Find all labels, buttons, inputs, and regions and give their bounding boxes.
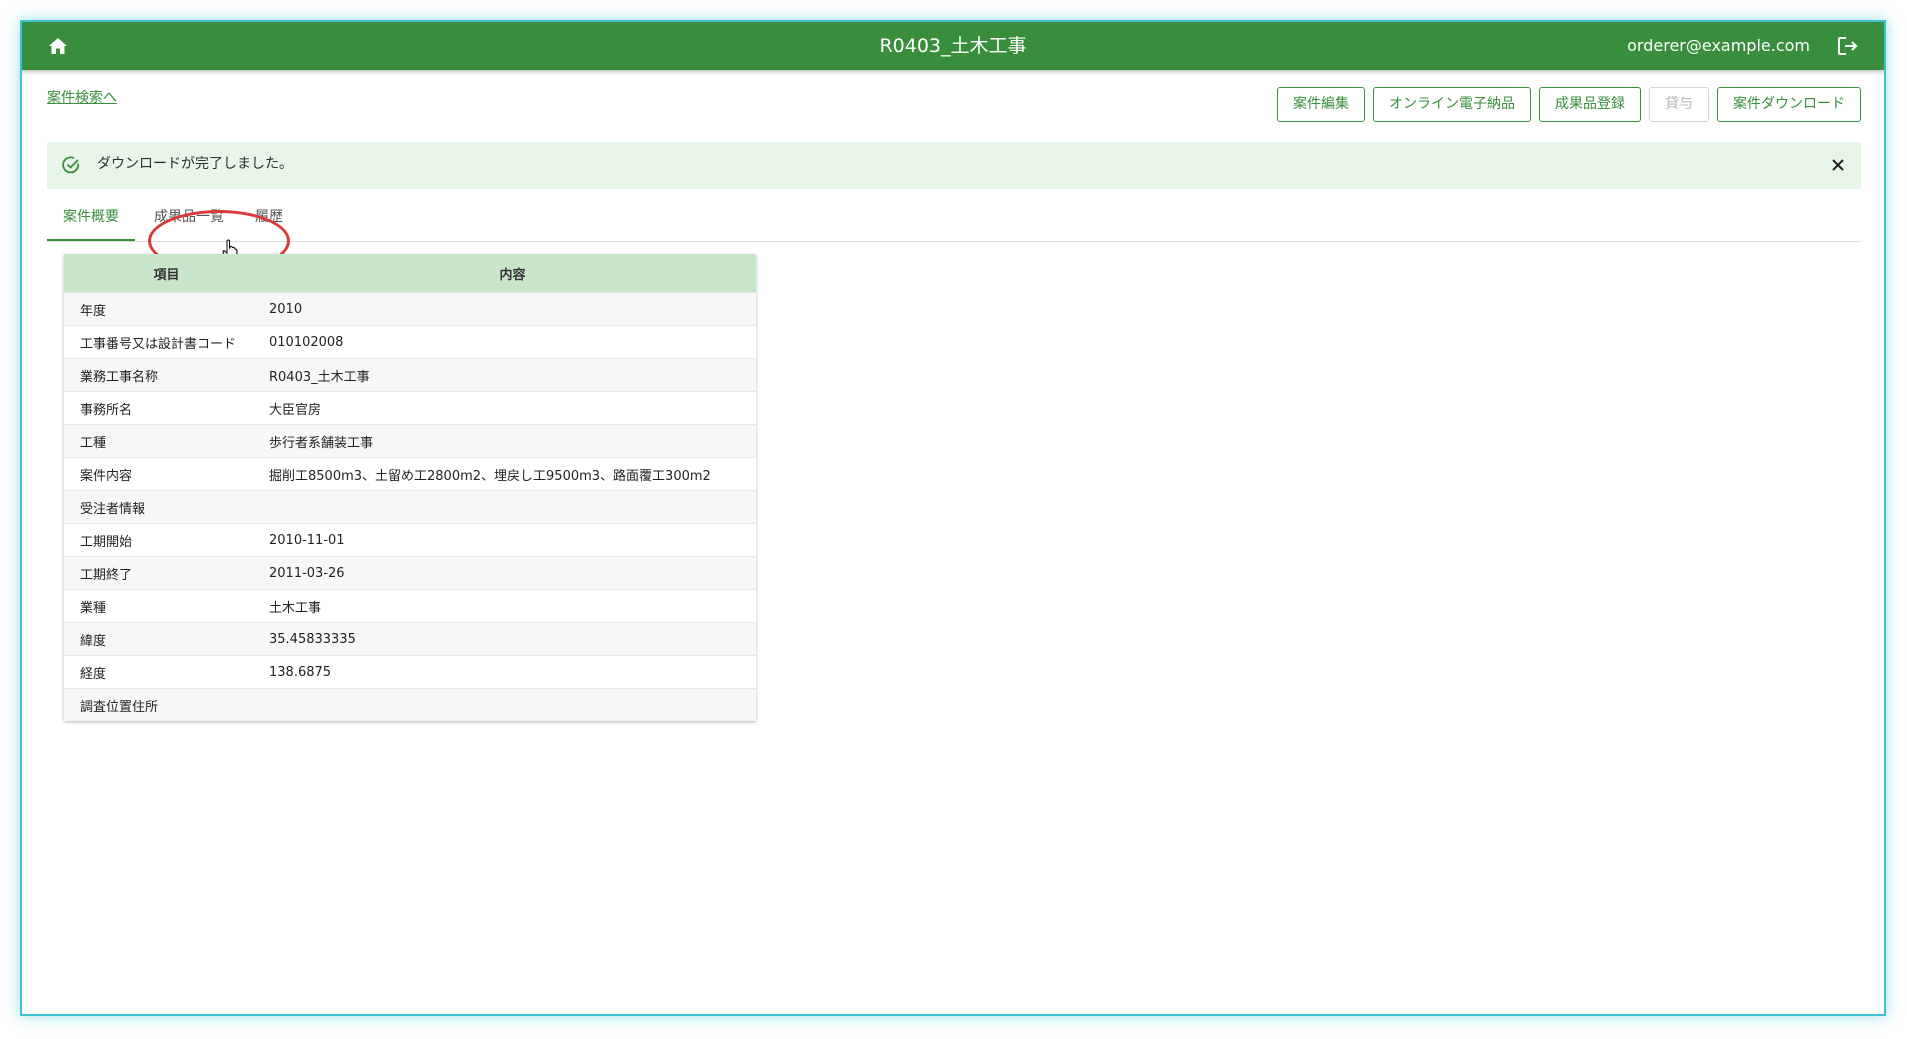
row-value bbox=[269, 490, 756, 524]
tab-deliverables[interactable]: 成果品一覧 bbox=[143, 197, 235, 241]
tab-bar: 案件概要 成果品一覧 履歴 bbox=[47, 197, 1861, 242]
row-label: 工種 bbox=[64, 424, 269, 458]
row-label: 緯度 bbox=[64, 622, 269, 656]
back-to-search-link[interactable]: 案件検索へ bbox=[47, 87, 117, 107]
row-value: 138.6875 bbox=[269, 655, 756, 689]
home-button[interactable] bbox=[42, 30, 74, 62]
table-row: 工種 歩行者系舗装工事 bbox=[64, 424, 756, 458]
edit-project-button[interactable]: 案件編集 bbox=[1277, 87, 1365, 122]
row-value: 土木工事 bbox=[269, 589, 756, 623]
table-row: 業務工事名称 R0403_土木工事 bbox=[64, 358, 756, 392]
row-label: 案件内容 bbox=[64, 457, 269, 491]
table-row: 工期終了 2011-03-26 bbox=[64, 556, 756, 590]
action-toolbar: 案件編集 オンライン電子納品 成果品登録 貸与 案件ダウンロード bbox=[1277, 87, 1861, 122]
check-circle-icon bbox=[62, 156, 79, 174]
row-value bbox=[269, 688, 756, 721]
table-row: 工期開始 2010-11-01 bbox=[64, 523, 756, 557]
table-row: 年度 2010 bbox=[64, 292, 756, 326]
alert-close-button[interactable] bbox=[1827, 154, 1849, 176]
row-label: 工事番号又は設計書コード bbox=[64, 325, 269, 359]
row-value: R0403_土木工事 bbox=[269, 358, 756, 392]
row-label: 調査位置住所 bbox=[64, 688, 269, 721]
table-row: 受注者情報 bbox=[64, 490, 756, 524]
row-value: 2010-11-01 bbox=[269, 523, 756, 557]
alert-message: ダウンロードが完了しました。 bbox=[97, 156, 293, 172]
column-header-item: 項目 bbox=[64, 254, 269, 293]
row-label: 業種 bbox=[64, 589, 269, 623]
logout-button[interactable] bbox=[1832, 30, 1864, 62]
table-row: 調査位置住所 bbox=[64, 688, 756, 721]
column-header-content: 内容 bbox=[269, 254, 756, 293]
row-value: 2010 bbox=[269, 292, 756, 326]
table-header-row: 項目 内容 bbox=[64, 254, 756, 293]
row-value: 2011-03-26 bbox=[269, 556, 756, 590]
home-icon bbox=[49, 38, 67, 54]
table-row: 案件内容 掘削工8500m3、土留め工2800m2、埋戻し工9500m3、路面覆工… bbox=[64, 457, 756, 491]
project-summary-table: 項目 内容 年度 2010 工事番号又は設計書コード 010102008 業務工事名… bbox=[64, 254, 756, 721]
success-alert: ダウンロードが完了しました。 bbox=[47, 142, 1861, 189]
row-value: 010102008 bbox=[269, 325, 756, 359]
table-row: 緯度 35.45833335 bbox=[64, 622, 756, 656]
row-value: 大臣官房 bbox=[269, 391, 756, 425]
user-email: orderer@example.com bbox=[1627, 36, 1810, 55]
download-project-button[interactable]: 案件ダウンロード bbox=[1717, 87, 1861, 122]
app-bar: R0403_土木工事 orderer@example.com bbox=[22, 22, 1884, 70]
row-label: 事務所名 bbox=[64, 391, 269, 425]
page-title: R0403_土木工事 bbox=[879, 35, 1027, 57]
table-row: 経度 138.6875 bbox=[64, 655, 756, 689]
table-row: 事務所名 大臣官房 bbox=[64, 391, 756, 425]
tab-history[interactable]: 履歴 bbox=[243, 197, 295, 241]
row-label: 受注者情報 bbox=[64, 490, 269, 524]
table-row: 工事番号又は設計書コード 010102008 bbox=[64, 325, 756, 359]
row-value: 掘削工8500m3、土留め工2800m2、埋戻し工9500m3、路面覆工300m… bbox=[269, 457, 756, 491]
tab-overview[interactable]: 案件概要 bbox=[47, 197, 135, 241]
close-icon bbox=[1832, 159, 1844, 171]
logout-icon bbox=[1838, 37, 1858, 55]
row-value: 歩行者系舗装工事 bbox=[269, 424, 756, 458]
row-label: 年度 bbox=[64, 292, 269, 326]
register-deliverable-button[interactable]: 成果品登録 bbox=[1539, 87, 1641, 122]
row-label: 工期終了 bbox=[64, 556, 269, 590]
online-delivery-button[interactable]: オンライン電子納品 bbox=[1373, 87, 1531, 122]
lend-button[interactable]: 貸与 bbox=[1649, 87, 1709, 122]
row-label: 経度 bbox=[64, 655, 269, 689]
row-label: 業務工事名称 bbox=[64, 358, 269, 392]
table-row: 業種 土木工事 bbox=[64, 589, 756, 623]
row-label: 工期開始 bbox=[64, 523, 269, 557]
app-window: R0403_土木工事 orderer@example.com 案件検索へ 案件編… bbox=[20, 20, 1886, 1016]
row-value: 35.45833335 bbox=[269, 622, 756, 656]
